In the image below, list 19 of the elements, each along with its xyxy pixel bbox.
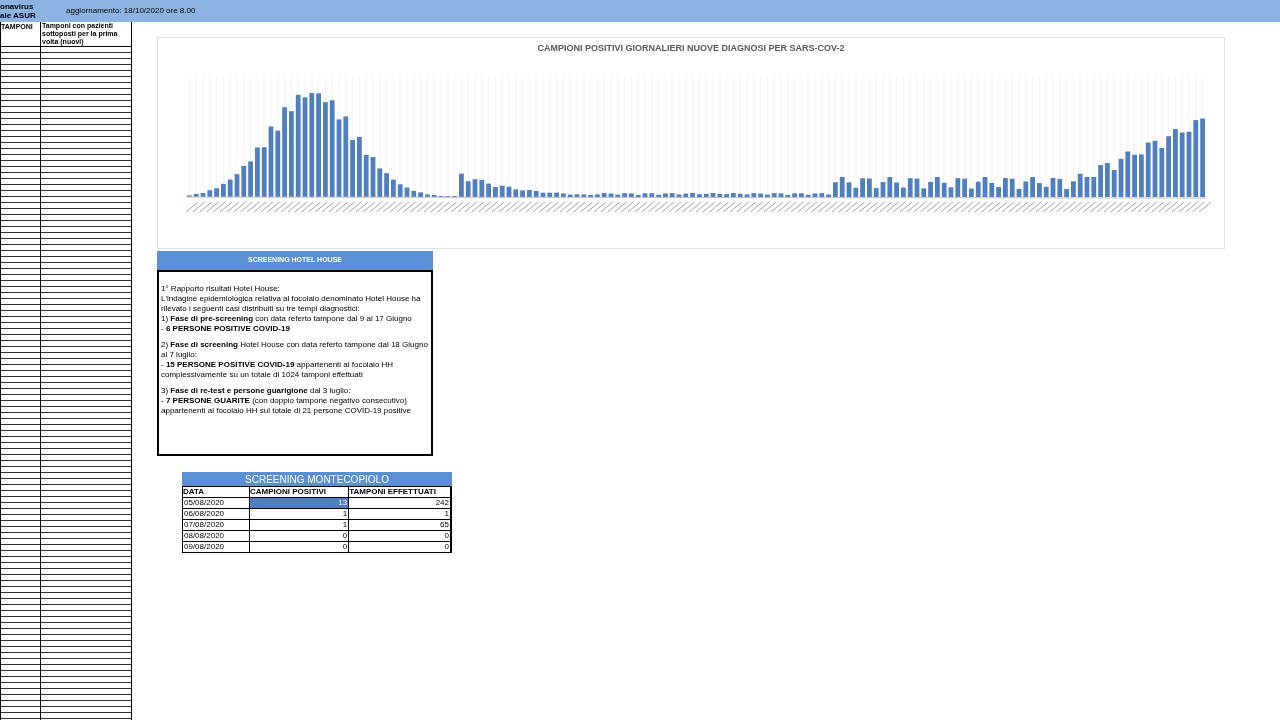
table-cell: 1 — [250, 519, 350, 530]
table-cell: 242 — [349, 497, 451, 508]
report-paragraph: 2) Fase di screening Hotel House con data referto tampone dal 18 Giugno al 7 luglio: - 15 PERSONE POSITIVE COVID-19 appartenenti al focolaio HH complessivamente su un totale di 1024 tamponi effettuati — [161, 340, 429, 380]
table-cell: 0 — [349, 530, 451, 541]
table-cell: 1 — [250, 508, 350, 519]
table-cell: 0 — [349, 541, 451, 552]
report-paragraph: 1° Rapporto risultati Hotel House: L'indagine epidemiologica relativa al focolaio denominato Hotel House ha rilevato i seguenti casi distribuiti su tre tempi diagnostici: 1) Fase di pre-screening con data referto tampone dal 9 al 17 Giugno - 6 PERSONE POSITIVE COVID-19 — [161, 284, 422, 334]
table-cell: 65 — [349, 519, 451, 530]
report-paragraph: 3) Fase di re-test e persone guarigione dal 3 luglio: - 7 PERSONE GUARITE (con doppio tampone negativo consecutivo) appartenenti al focolaio HH sul totale di 21 persone COVID-19 positive — [161, 386, 412, 416]
update-time: aggiornamento: 18/10/2020 ore 8.00 — [66, 5, 196, 17]
table-title: SCREENING MONTECOPIOLO — [182, 472, 452, 486]
chart-title: CAMPIONI POSITIVI GIORNALIERI NUOVE DIAGNOSI PER SARS-COV-2 — [537, 42, 845, 55]
table-cell: 09/08/2020 — [183, 541, 250, 552]
header-title: ale ASUR — [0, 11, 37, 20]
table-cell: 13 — [250, 497, 350, 508]
table-cell: 1 — [349, 508, 451, 519]
table-cell: 0 — [250, 541, 350, 552]
header-title: onavirus — [0, 2, 35, 11]
table-cell: 0 — [250, 530, 350, 541]
